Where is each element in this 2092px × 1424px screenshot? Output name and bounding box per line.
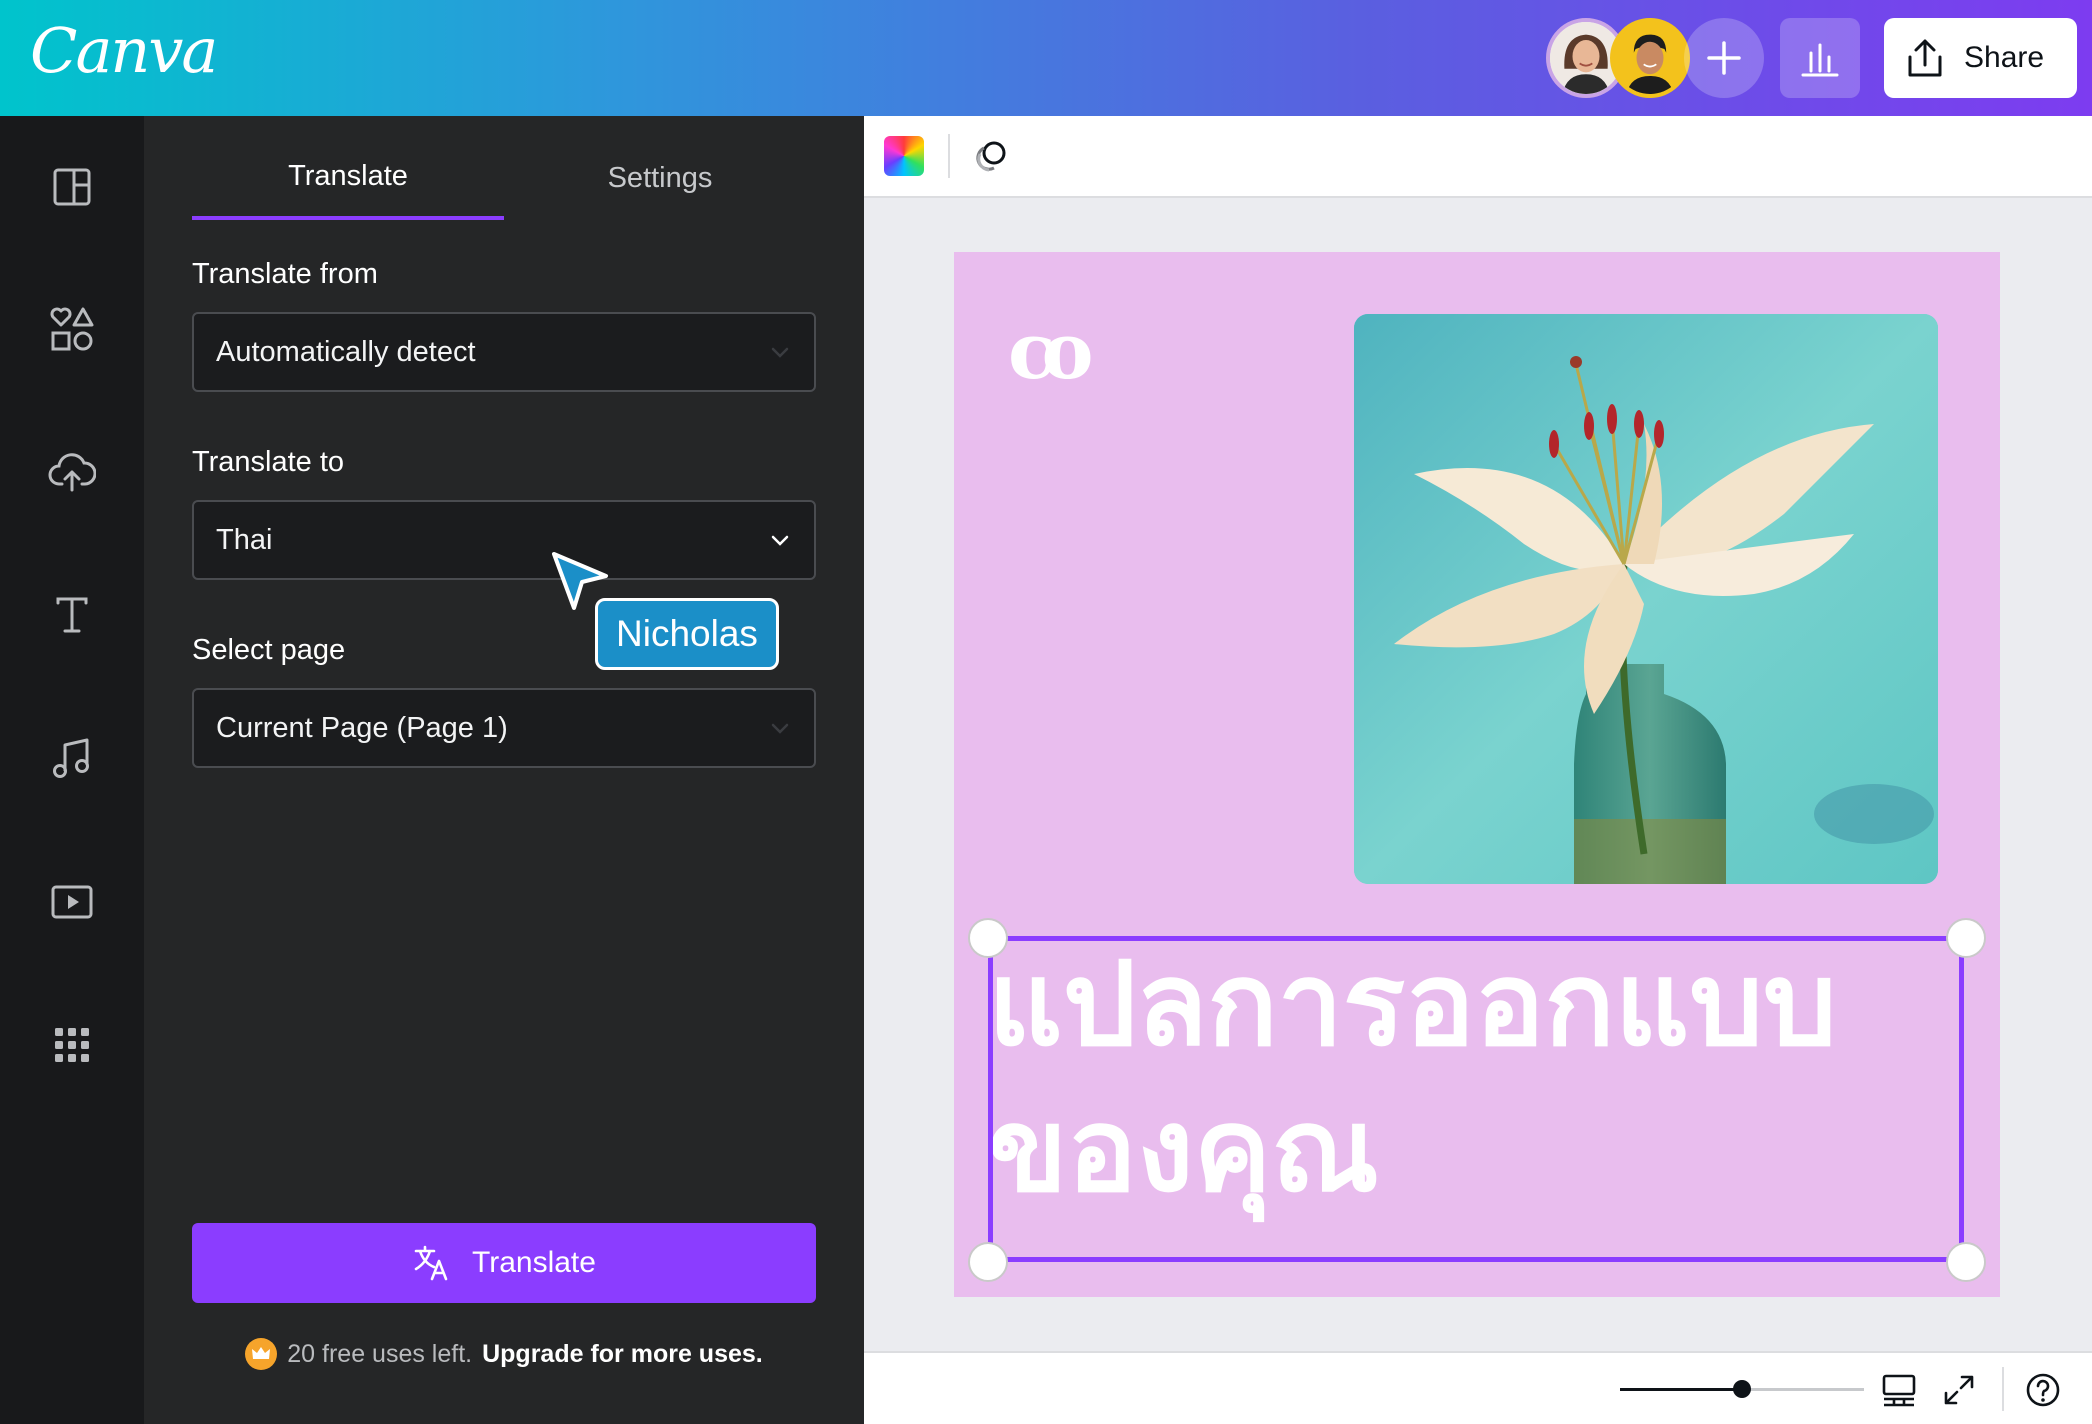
- free-uses-text: 20 free uses left.: [287, 1339, 473, 1368]
- zoom-slider-fill: [1620, 1388, 1742, 1391]
- resize-handle-bottom-right[interactable]: [1946, 1242, 1986, 1282]
- side-rail: [0, 116, 144, 1424]
- select-page-value: Current Page (Page 1): [216, 711, 508, 744]
- share-button[interactable]: Share: [1884, 18, 2077, 98]
- share-label: Share: [1964, 41, 2045, 74]
- lily-vase-photo[interactable]: [1354, 314, 1938, 884]
- select-page-label: Select page: [192, 634, 346, 666]
- insights-button[interactable]: [1780, 18, 1860, 98]
- page-grid-view-icon[interactable]: [1880, 1371, 1918, 1409]
- help-icon[interactable]: [2024, 1371, 2062, 1409]
- selection-box: [988, 936, 1964, 1262]
- templates-icon: [53, 168, 91, 206]
- apps-grid-icon: [55, 1028, 89, 1062]
- cloud-upload-icon: [48, 453, 96, 492]
- select-page-select[interactable]: Current Page (Page 1): [192, 688, 816, 768]
- rail-item-uploads[interactable]: [36, 436, 108, 508]
- resize-handle-bottom-left[interactable]: [968, 1242, 1008, 1282]
- tab-translate[interactable]: Translate: [192, 136, 504, 220]
- translate-panel: Translate Settings Translate from Automa…: [144, 116, 864, 1424]
- translate-to-select[interactable]: Thai: [192, 500, 816, 580]
- effects-icon[interactable]: [972, 136, 1012, 176]
- zoom-slider[interactable]: [1620, 1380, 1864, 1398]
- translate-icon: [414, 1245, 448, 1281]
- color-picker-button[interactable]: [884, 136, 924, 176]
- plus-icon: [1707, 41, 1741, 75]
- canva-logo[interactable]: Canva: [30, 14, 218, 87]
- toolbar-divider: [948, 134, 950, 178]
- translate-from-select[interactable]: Automatically detect: [192, 312, 816, 392]
- fullscreen-icon[interactable]: [1940, 1371, 1978, 1409]
- rail-item-templates[interactable]: [36, 151, 108, 223]
- crown-icon: [245, 1338, 278, 1370]
- tab-settings[interactable]: Settings: [504, 136, 816, 220]
- avatar-man-icon: [1614, 22, 1686, 94]
- context-toolbar: [864, 116, 2092, 198]
- chevron-down-icon: [771, 347, 789, 358]
- elements-icon: [50, 307, 94, 351]
- top-bar: Canva Share: [0, 0, 2092, 116]
- zoom-slider-knob[interactable]: [1733, 1380, 1751, 1398]
- rail-item-audio[interactable]: [36, 722, 108, 794]
- footer-divider: [2002, 1367, 2004, 1411]
- editor-footer: [864, 1351, 2092, 1424]
- translate-from-value: Automatically detect: [216, 335, 476, 368]
- upgrade-link[interactable]: Upgrade for more uses.: [482, 1340, 763, 1369]
- chevron-down-icon: [771, 723, 789, 734]
- collaborator-avatar-2[interactable]: [1610, 18, 1690, 98]
- video-play-icon: [51, 885, 93, 919]
- rail-item-apps[interactable]: [36, 1009, 108, 1081]
- lily-photo-image: [1354, 314, 1938, 884]
- text-icon: [56, 597, 88, 633]
- translate-to-label: Translate to: [192, 446, 345, 478]
- resize-handle-top-right[interactable]: [1946, 918, 1986, 958]
- chevron-down-icon: [771, 535, 789, 546]
- free-uses-notice: 20 free uses left. Upgrade for more uses…: [144, 1338, 864, 1370]
- bar-chart-icon: [1801, 43, 1839, 77]
- share-upload-icon: [1908, 39, 1942, 77]
- add-collaborator-button[interactable]: [1684, 18, 1764, 98]
- music-note-icon: [53, 738, 89, 778]
- translate-button[interactable]: Translate: [192, 1223, 816, 1303]
- design-page[interactable]: co แปลการออกแบบของคุณ: [954, 252, 2000, 1297]
- rail-item-elements[interactable]: [36, 293, 108, 365]
- collaborator-name-tag: Nicholas: [595, 598, 779, 670]
- rail-item-text[interactable]: [36, 579, 108, 651]
- resize-handle-top-left[interactable]: [968, 918, 1008, 958]
- rail-item-videos[interactable]: [36, 866, 108, 938]
- translate-button-label: Translate: [472, 1246, 596, 1279]
- translate-to-value: Thai: [216, 523, 273, 556]
- translate-from-label: Translate from: [192, 258, 378, 290]
- brand-mark-logo[interactable]: co: [1008, 306, 1093, 397]
